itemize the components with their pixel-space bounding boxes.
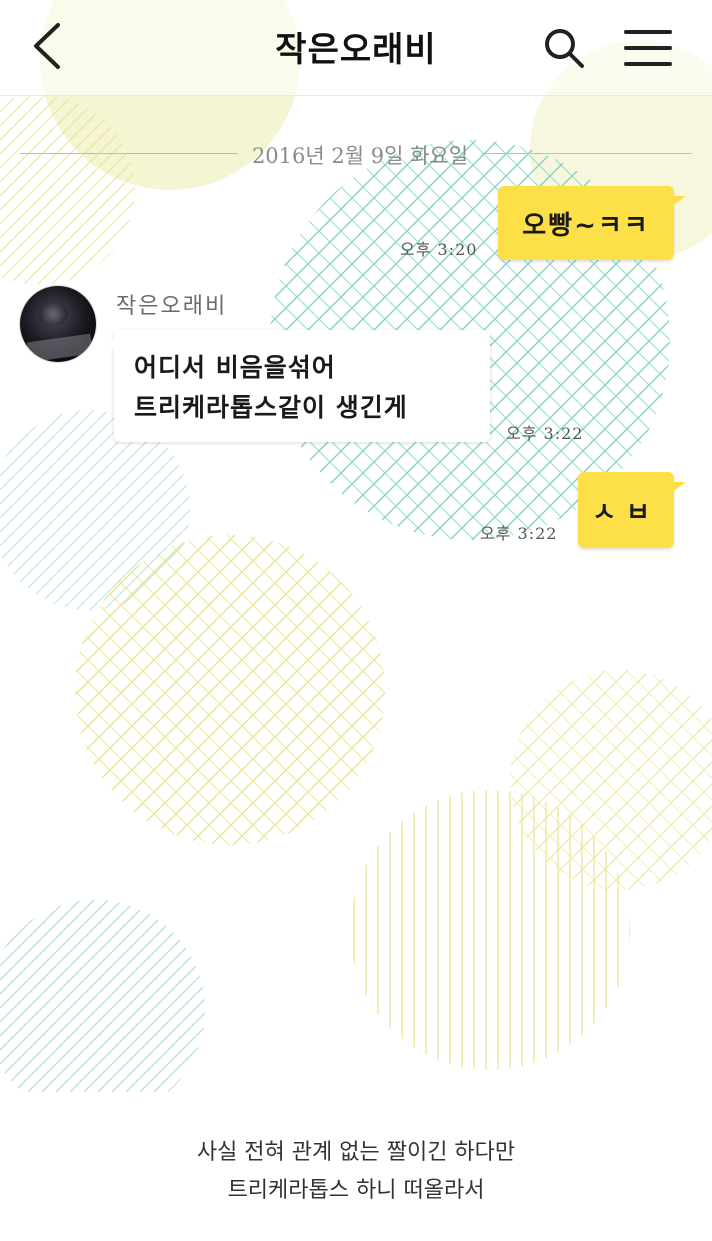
menu-button[interactable] <box>618 20 678 76</box>
hamburger-menu-icon <box>624 30 672 66</box>
divider-line-left <box>20 153 238 154</box>
message-timestamp: 오후 3:20 <box>400 240 478 259</box>
message-timestamp: 오후 3:22 <box>480 524 558 543</box>
message-line: 트리케라톱스같이 생긴게 <box>134 393 408 422</box>
chat-screen: 작은오래비 2016년 2월 9일 화요일 오빵~ㅋㅋ 오후 3:20 작은오래… <box>0 0 712 1092</box>
my-message-bubble[interactable]: ㅅㅂ <box>578 472 686 548</box>
chat-title: 작은오래비 <box>275 30 437 70</box>
avatar[interactable] <box>20 286 96 362</box>
message-timestamp: 오후 3:22 <box>506 424 584 443</box>
my-message-bubble[interactable]: 오빵~ㅋㅋ <box>498 186 686 260</box>
caption-area: 사실 전혀 관계 없는 짤이긴 하다만 트리케라톱스 하니 떠올라서 <box>0 1092 712 1241</box>
sender-name: 작은오래비 <box>116 294 228 319</box>
message-line: 어디서 비음을섞어 <box>134 353 336 382</box>
date-divider: 2016년 2월 9일 화요일 <box>20 140 692 168</box>
caption-text: 사실 전혀 관계 없는 짤이긴 하다만 트리케라톱스 하니 떠올라서 <box>0 1134 712 1210</box>
caption-line: 트리케라톱스 하니 떠올라서 <box>227 1178 485 1203</box>
their-message-bubble[interactable]: 어디서 비음을섞어 트리케라톱스같이 생긴게 <box>102 330 490 442</box>
caption-line: 사실 전혀 관계 없는 짤이긴 하다만 <box>196 1140 516 1165</box>
date-label: 2016년 2월 9일 화요일 <box>251 144 469 168</box>
divider-line-right <box>482 153 692 154</box>
chat-header: 작은오래비 <box>0 0 712 96</box>
search-button[interactable] <box>536 20 592 76</box>
search-icon <box>545 29 584 68</box>
